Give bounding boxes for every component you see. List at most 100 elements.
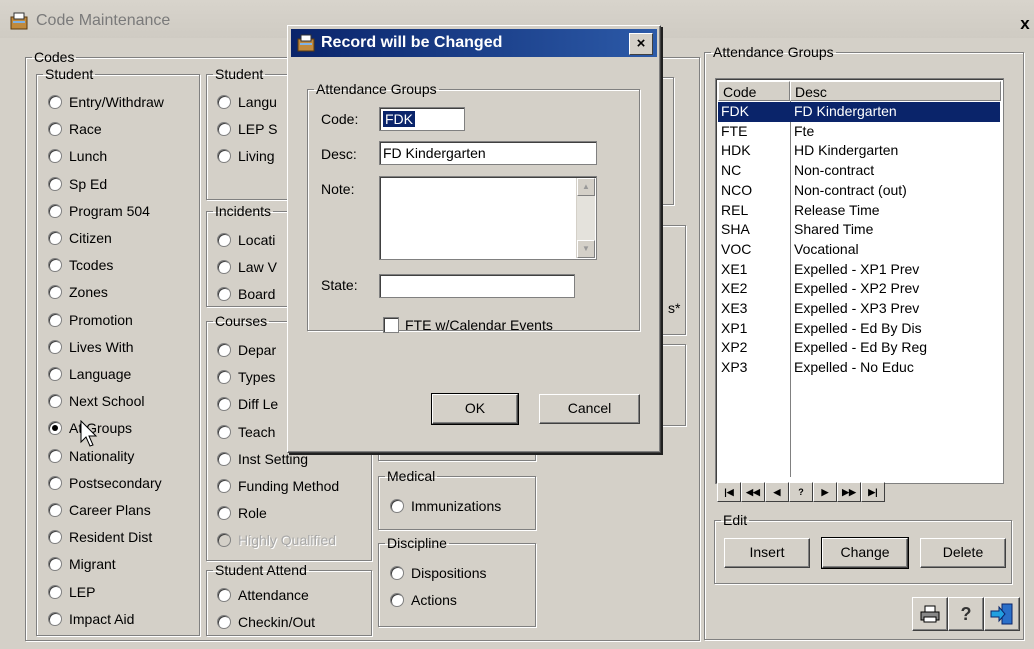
radio-student-career-plans[interactable]: Career Plans [48, 499, 151, 521]
radio-incidents-board[interactable]: Board [217, 283, 275, 305]
attendance-groups-list[interactable]: Code Desc FDK FD Kindergarten FTE Fte HDK HD … [715, 78, 1004, 484]
fte-checkbox[interactable] [383, 317, 399, 333]
radio-student-sp-ed[interactable]: Sp Ed [48, 173, 107, 195]
table-row[interactable]: REL Release Time [718, 201, 1000, 221]
state-field[interactable] [379, 274, 575, 298]
radio-button-icon [48, 203, 62, 218]
radio-student-lives-with[interactable]: Lives With [48, 336, 134, 358]
radio-student-citizen[interactable]: Citizen [48, 227, 112, 249]
table-row[interactable]: XP3 Expelled - No Educ [718, 358, 1000, 378]
dialog-title-bar[interactable]: Record will be Changed × [291, 29, 657, 57]
next-page-icon[interactable]: ▶▶ [837, 482, 861, 502]
radio-button-icon [217, 424, 231, 439]
radio-student-zones[interactable]: Zones [48, 281, 108, 303]
cancel-button[interactable]: Cancel [539, 394, 640, 424]
insert-button[interactable]: Insert [724, 538, 810, 568]
radio-student2-langu[interactable]: Langu [217, 91, 277, 113]
radio-student-lep[interactable]: LEP [48, 581, 95, 603]
radio-label: Language [69, 366, 132, 382]
app-icon [10, 12, 28, 30]
radio-label: Types [238, 369, 276, 386]
desc-field[interactable]: FD Kindergarten [379, 141, 597, 165]
help-button[interactable]: ? [948, 597, 984, 631]
radio-courses-diff-le[interactable]: Diff Le [217, 393, 278, 415]
first-record-icon[interactable]: |◀ [717, 482, 741, 502]
radio-student_attend-attendance[interactable]: Attendance [217, 584, 309, 606]
scroll-up-icon[interactable]: ▲ [577, 178, 595, 196]
radio-student_attend-checkin-out[interactable]: Checkin/Out [217, 611, 315, 633]
radio-incidents-locati[interactable]: Locati [217, 229, 275, 251]
search-icon[interactable]: ? [789, 482, 813, 502]
table-row[interactable]: XP1 Expelled - Ed By Dis [718, 319, 1000, 339]
radio-student2-living[interactable]: Living [217, 145, 275, 167]
radio-courses-funding-method[interactable]: Funding Method [217, 475, 339, 497]
radio-button-icon [217, 506, 231, 521]
radio-incidents-law-v[interactable]: Law V [217, 256, 277, 278]
table-row[interactable]: FTE Fte [718, 122, 1000, 142]
table-row[interactable]: NC Non-contract [718, 161, 1000, 181]
radio-student-impact-aid[interactable]: Impact Aid [48, 608, 134, 630]
radio-student-postsecondary[interactable]: Postsecondary [48, 472, 162, 494]
radio-courses-role[interactable]: Role [217, 502, 267, 524]
table-row[interactable]: XE1 Expelled - XP1 Prev [718, 260, 1000, 280]
radio-button-icon [390, 566, 404, 580]
column-header-code[interactable]: Code [718, 81, 790, 101]
radio-student2-lep-s[interactable]: LEP S [217, 118, 277, 140]
ok-button[interactable]: OK [431, 393, 519, 425]
radio-button-icon [48, 149, 62, 164]
note-textarea[interactable]: ▲ ▼ [379, 176, 597, 260]
radio-discipline-actions[interactable]: Actions [390, 589, 457, 611]
dialog-close-icon[interactable]: × [629, 33, 653, 55]
radio-button-icon [48, 258, 62, 273]
radio-student-lunch[interactable]: Lunch [48, 145, 107, 167]
table-row[interactable]: FDK FD Kindergarten [718, 102, 1000, 122]
radio-button-icon [217, 370, 231, 385]
table-row[interactable]: NCO Non-contract (out) [718, 181, 1000, 201]
radio-medical-immunizations[interactable]: Immunizations [390, 495, 501, 517]
table-row[interactable]: SHA Shared Time [718, 220, 1000, 240]
radio-student-race[interactable]: Race [48, 118, 102, 140]
row-desc: Expelled - No Educ [794, 359, 914, 376]
radio-button-icon [217, 287, 231, 301]
student-attend-legend: Student Attend [215, 562, 307, 578]
row-code: NCO [721, 181, 753, 198]
last-record-icon[interactable]: ▶| [861, 482, 885, 502]
radio-student-entry-withdraw[interactable]: Entry/Withdraw [48, 91, 164, 113]
table-row[interactable]: VOC Vocational [718, 240, 1000, 260]
table-row[interactable]: HDK HD Kindergarten [718, 141, 1000, 161]
prev-page-icon[interactable]: ◀◀ [741, 482, 765, 502]
radio-courses-highly-qualified[interactable]: Highly Qualified [217, 529, 336, 551]
next-record-icon[interactable]: ▶ [813, 482, 837, 502]
radio-student-promotion[interactable]: Promotion [48, 309, 133, 331]
radio-student-language[interactable]: Language [48, 363, 131, 385]
radio-button-icon [48, 584, 62, 599]
radio-button-icon [48, 475, 62, 490]
row-code: XE1 [721, 260, 748, 277]
print-button[interactable] [912, 597, 948, 631]
radio-courses-teach[interactable]: Teach [217, 421, 275, 443]
radio-student-migrant[interactable]: Migrant [48, 553, 116, 575]
radio-button-icon [48, 367, 62, 381]
radio-student-program-504[interactable]: Program 504 [48, 200, 150, 222]
column-header-desc[interactable]: Desc [790, 81, 1001, 101]
table-row[interactable]: XE3 Expelled - XP3 Prev [718, 299, 1000, 319]
prev-record-icon[interactable]: ◀ [765, 482, 789, 502]
table-row[interactable]: XE2 Expelled - XP2 Prev [718, 279, 1000, 299]
radio-student-next-school[interactable]: Next School [48, 390, 144, 412]
delete-button[interactable]: Delete [920, 538, 1006, 568]
scroll-down-icon[interactable]: ▼ [577, 240, 595, 258]
exit-button[interactable] [984, 597, 1020, 631]
code-field[interactable]: FDK [379, 107, 465, 131]
radio-student-resident-dist[interactable]: Resident Dist [48, 526, 152, 548]
row-desc: Shared Time [794, 221, 874, 238]
radio-courses-types[interactable]: Types [217, 366, 275, 388]
row-code: XE2 [721, 280, 748, 297]
note-scrollbar[interactable]: ▲ ▼ [576, 178, 595, 258]
radio-discipline-dispositions[interactable]: Dispositions [390, 562, 486, 584]
change-button[interactable]: Change [821, 537, 909, 569]
radio-student-tcodes[interactable]: Tcodes [48, 254, 113, 276]
table-row[interactable]: XP2 Expelled - Ed By Reg [718, 338, 1000, 358]
radio-button-icon [48, 176, 62, 191]
window-close-icon[interactable]: x [1016, 14, 1034, 34]
radio-courses-depar[interactable]: Depar [217, 339, 276, 361]
